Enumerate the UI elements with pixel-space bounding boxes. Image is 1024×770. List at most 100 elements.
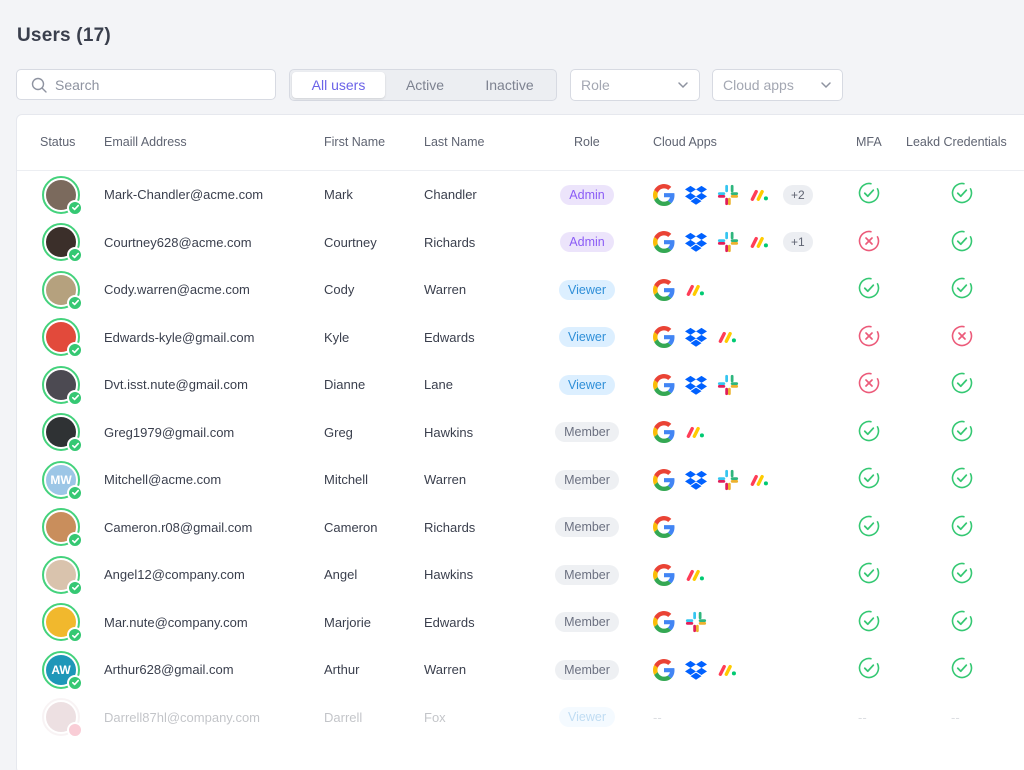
last-name-cell: Richards — [424, 519, 476, 535]
slack-icon — [717, 469, 739, 491]
table-row[interactable]: Mar.nute@company.com Marjorie Edwards Membe… — [17, 599, 1024, 647]
role-cell: Viewer — [547, 694, 627, 742]
monday-icon — [685, 421, 707, 443]
status-active-icon — [67, 674, 83, 691]
table-row[interactable]: Angel12@company.com Angel Hawkins Member — [17, 551, 1024, 599]
no-apps-dash: -- — [653, 709, 662, 725]
first-name-cell: Angel — [324, 567, 358, 583]
table-row[interactable]: Dvt.isst.nute@gmail.com Dianne Lane Viewer — [17, 361, 1024, 409]
role-badge: Member — [555, 422, 619, 443]
role-badge: Member — [555, 564, 619, 585]
column-header-last-name[interactable]: Last Name — [424, 135, 484, 149]
avatar[interactable] — [42, 365, 83, 406]
column-header-status[interactable]: Status — [40, 135, 75, 149]
status-active-icon — [67, 342, 83, 359]
mfa-cell — [858, 219, 880, 267]
cloud-apps-cell — [653, 409, 707, 457]
status-inactive-icon — [67, 722, 83, 739]
last-name-cell: Warren — [424, 472, 467, 488]
monday-icon — [685, 279, 707, 301]
google-icon — [653, 326, 675, 349]
user-status-filter: All users Active Inactive — [289, 69, 557, 101]
more-apps-badge[interactable]: +2 — [783, 184, 813, 205]
leaked-credentials-cell — [951, 551, 973, 599]
dropbox-icon — [685, 326, 707, 348]
role-badge: Viewer — [559, 374, 615, 395]
role-badge: Admin — [560, 232, 614, 253]
leaked-credentials-cell — [951, 266, 973, 314]
table-row[interactable]: Courtney628@acme.com Courtney Richards Admi… — [17, 219, 1024, 267]
status-cell — [42, 551, 83, 599]
search-input[interactable] — [55, 76, 245, 93]
table-row[interactable]: MW Mitchell@acme.com Mitchell Warren Member — [17, 456, 1024, 504]
status-active-icon — [67, 437, 83, 454]
tab-inactive[interactable]: Inactive — [465, 72, 554, 98]
avatar[interactable] — [42, 603, 83, 644]
avatar[interactable] — [42, 318, 83, 359]
role-dropdown[interactable]: Role — [570, 69, 700, 101]
cloud-apps-dropdown[interactable]: Cloud apps — [712, 69, 843, 101]
status-active-icon — [67, 389, 83, 406]
more-apps-badge[interactable]: +1 — [783, 232, 813, 253]
avatar[interactable] — [42, 270, 83, 311]
status-cell — [42, 361, 83, 409]
avatar[interactable]: MW — [42, 460, 83, 501]
email-cell: Angel12@company.com — [104, 567, 245, 583]
status-cell — [42, 409, 83, 457]
google-icon — [653, 563, 675, 586]
last-name-cell: Chandler — [424, 187, 477, 203]
dropbox-icon — [685, 469, 707, 491]
last-name-cell: Warren — [424, 662, 467, 678]
mfa-cell — [858, 266, 880, 314]
table-row[interactable]: Cody.warren@acme.com Cody Warren Viewer — [17, 266, 1024, 314]
tab-all-users[interactable]: All users — [292, 72, 385, 98]
credentials-safe-icon — [951, 467, 973, 492]
first-name-cell: Cameron — [324, 519, 378, 535]
mfa-cell: -- — [858, 694, 867, 742]
avatar[interactable] — [42, 223, 83, 264]
credentials-safe-icon — [951, 562, 973, 587]
google-icon — [653, 278, 675, 301]
google-icon — [653, 373, 675, 396]
role-cell: Member — [547, 456, 627, 504]
table-row[interactable]: Edwards-kyle@gmail.com Kyle Edwards Viewer — [17, 314, 1024, 362]
email-cell: Arthur628@gmail.com — [104, 662, 234, 678]
table-row[interactable]: AW Arthur628@gmail.com Arthur Warren Member — [17, 646, 1024, 694]
role-badge: Member — [555, 612, 619, 633]
column-header-mfa[interactable]: MFA — [856, 135, 882, 149]
search-box[interactable] — [16, 69, 276, 100]
mfa-cell — [858, 361, 880, 409]
cloud-apps-cell: -- — [653, 694, 662, 742]
table-row[interactable]: Mark-Chandler@acme.com Mark Chandler Admin +… — [17, 171, 1024, 219]
cloud-apps-cell — [653, 456, 771, 504]
column-header-cloud-apps[interactable]: Cloud Apps — [653, 135, 717, 149]
mfa-disabled-icon — [858, 325, 880, 350]
avatar[interactable] — [42, 508, 83, 549]
avatar[interactable]: AW — [42, 650, 83, 691]
status-active-icon — [67, 627, 83, 644]
column-header-leaked-credentials[interactable]: Leakd Credentials — [906, 135, 1007, 149]
column-header-first-name[interactable]: First Name — [324, 135, 385, 149]
page-title: Users (17) — [17, 25, 111, 46]
table-row[interactable]: Cameron.r08@gmail.com Cameron Richards Memb… — [17, 504, 1024, 552]
column-header-email[interactable]: Emaill Address — [104, 135, 187, 149]
credentials-safe-icon — [951, 610, 973, 635]
role-badge: Member — [555, 659, 619, 680]
avatar[interactable] — [42, 413, 83, 454]
google-icon — [653, 611, 675, 634]
table-row[interactable]: Greg1979@gmail.com Greg Hawkins Member — [17, 409, 1024, 457]
dropbox-icon — [685, 659, 707, 681]
column-header-role[interactable]: Role — [574, 135, 600, 149]
tab-active[interactable]: Active — [385, 72, 465, 98]
search-icon — [31, 77, 47, 93]
google-icon — [653, 516, 675, 539]
mfa-cell — [858, 314, 880, 362]
avatar[interactable] — [42, 698, 83, 739]
email-cell: Courtney628@acme.com — [104, 234, 252, 250]
monday-icon — [717, 326, 739, 348]
slack-icon — [717, 374, 739, 396]
avatar[interactable] — [42, 555, 83, 596]
credentials-safe-icon — [951, 420, 973, 445]
table-row[interactable]: Darrell87hl@company.com Darrell Fox Viewer -… — [17, 694, 1024, 742]
avatar[interactable] — [42, 175, 83, 216]
